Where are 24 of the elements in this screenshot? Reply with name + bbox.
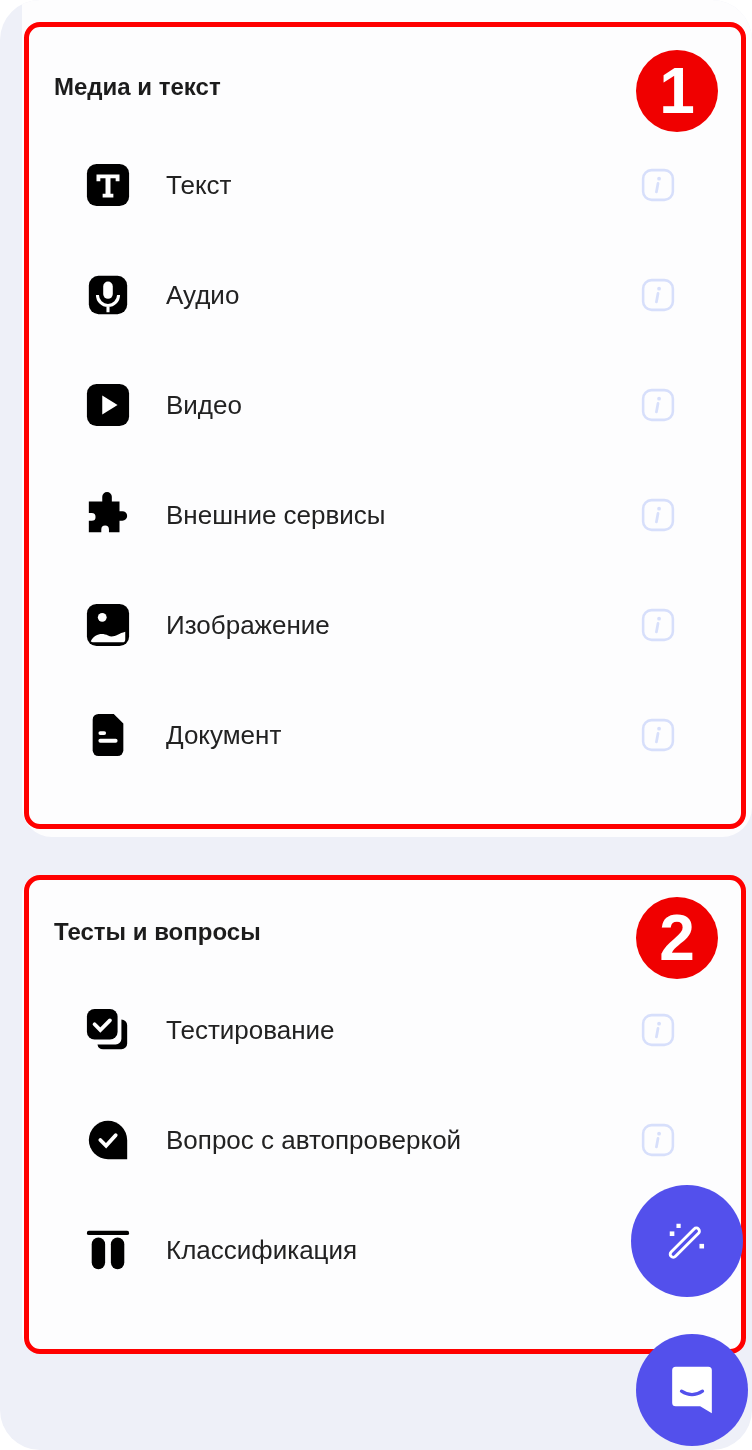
annotation-number: 1 [636,50,718,132]
block-type-item[interactable]: Тестирование [166,1014,335,1046]
block-type-item[interactable]: Изображение [166,609,330,641]
text-icon [85,162,131,208]
section-title: Медиа и текст [54,72,222,102]
block-type-item[interactable]: Вопрос с автопроверкой [166,1124,462,1156]
info-icon[interactable] [641,388,675,422]
section-title: Тесты и вопросы [54,917,262,947]
info-icon[interactable] [641,718,675,752]
info-icon[interactable] [641,1123,675,1157]
info-icon[interactable] [641,278,675,312]
block-type-item[interactable]: Внешние сервисы [166,499,386,531]
block-type-item[interactable]: Классификация [166,1234,358,1266]
info-icon[interactable] [641,608,675,642]
block-type-item[interactable]: Текст [166,169,232,201]
play-icon [85,382,131,428]
image-icon [85,602,131,648]
block-type-item[interactable]: Аудио [166,279,240,311]
info-icon[interactable] [641,498,675,532]
info-icon[interactable] [641,168,675,202]
block-type-item[interactable]: Документ [166,719,282,751]
block-type-item[interactable]: Видео [166,389,242,421]
info-icon[interactable] [641,1013,675,1047]
annotation-number: 2 [636,897,718,979]
